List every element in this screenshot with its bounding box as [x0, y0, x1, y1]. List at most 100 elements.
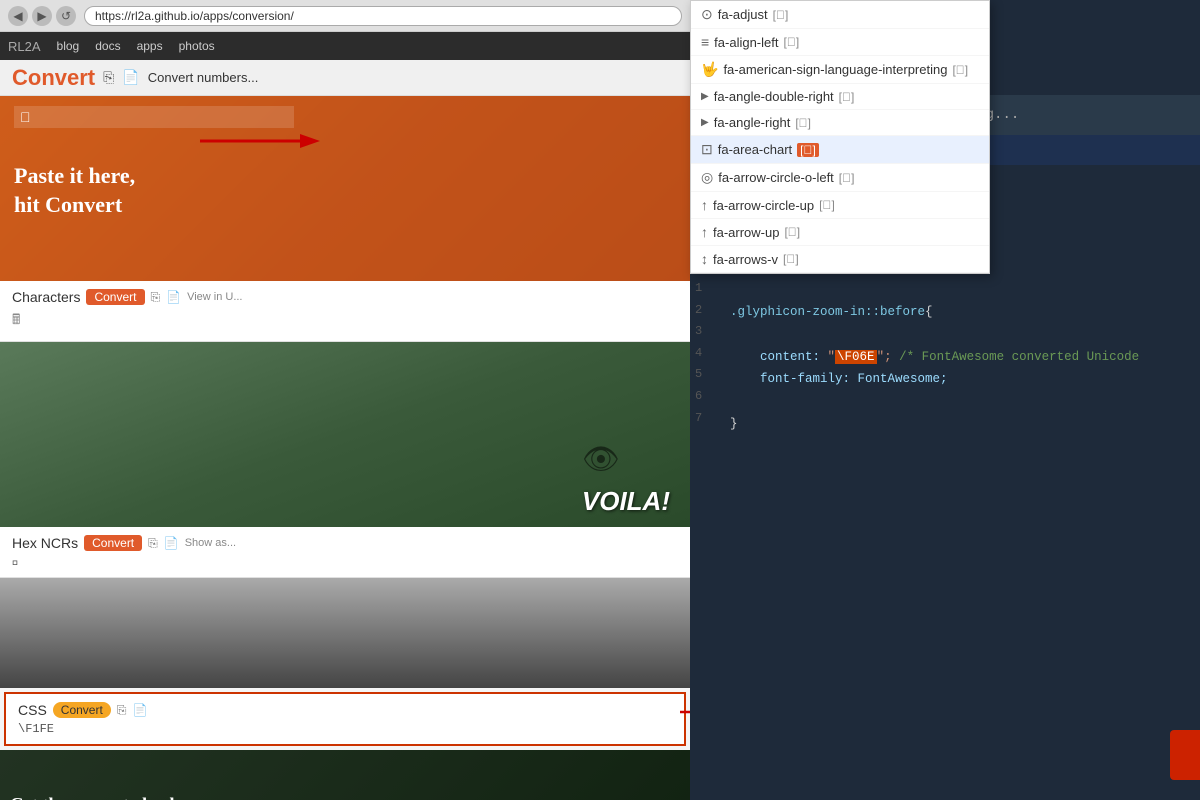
hex-value:  — [12, 555, 678, 569]
section-hex-label: Hex NCRs — [12, 535, 78, 551]
fa-adjust-name: fa-adjust — [718, 7, 768, 22]
fa-arrow-up-name: fa-arrow-up — [713, 225, 779, 240]
nav-link-docs[interactable]: docs — [95, 39, 120, 53]
section-characters: Characters Convert ⎘ 📄 View in U... 🖩 — [0, 281, 690, 342]
eye-icon: 👁 — [582, 442, 620, 477]
fa-area-chart-name: fa-area-chart — [718, 142, 792, 157]
browser-bar: ◀ ▶ ↺ https://rl2a.github.io/apps/conver… — [0, 0, 690, 32]
fa-angle-right-code: [] — [795, 116, 811, 130]
site-name: RL2A — [8, 39, 41, 54]
line-num-6: 6 — [695, 386, 702, 408]
copy-hex-icon[interactable]: ⎘ — [148, 536, 158, 551]
red-scroll-indicator — [1170, 730, 1200, 780]
section-characters-label: Characters — [12, 289, 80, 305]
fa-angle-double-right-code: [] — [839, 90, 855, 104]
fa-angle-right-name: fa-angle-right — [714, 115, 791, 130]
nav-link-photos[interactable]: photos — [179, 39, 215, 53]
line-num-4: 4 — [695, 343, 702, 365]
code-editor: 1 2 3 4 5 6 7 .glyphicon-zoom-in::before… — [690, 270, 1200, 800]
close-brace: } — [730, 417, 738, 431]
fa-item-asl[interactable]: 🤟 fa-american-sign-language-interpreting… — [691, 56, 989, 84]
section-hex-header: Hex NCRs Convert ⎘ 📄 Show as... — [12, 535, 678, 551]
nav-link-blog[interactable]: blog — [57, 39, 80, 53]
address-bar[interactable]: https://rl2a.github.io/apps/conversion/ — [84, 6, 682, 26]
expand-arrow-1: ▶ — [701, 91, 709, 102]
file-hex-icon[interactable]: 📄 — [164, 536, 179, 550]
app-title: Convert — [12, 65, 95, 91]
fa-angle-double-right-name: fa-angle-double-right — [714, 89, 834, 104]
fa-item-angle-double-right[interactable]: ▶ fa-angle-double-right [] — [691, 84, 989, 110]
content-value-end: "; — [877, 350, 892, 364]
fa-item-arrow-up[interactable]: ↑ fa-arrow-up [] — [691, 219, 989, 246]
fa-asl-code: [] — [952, 63, 968, 77]
fa-align-left-icon: ≡ — [701, 34, 709, 50]
file-icon[interactable]: 📄 — [122, 69, 139, 86]
fa-item-angle-right[interactable]: ▶ fa-angle-right [] — [691, 110, 989, 136]
copy-characters-icon[interactable]: ⎘ — [151, 290, 161, 305]
fa-adjust-code: [] — [773, 8, 789, 22]
section-css-wrapper: CSS Convert ⎘ 📄 \F1FE — [0, 692, 690, 746]
file-characters-icon[interactable]: 📄 — [166, 290, 181, 304]
refresh-button[interactable]: ↺ — [56, 6, 76, 26]
nav-link-apps[interactable]: apps — [137, 39, 163, 53]
fa-item-area-chart[interactable]: ⊡ fa-area-chart [] — [691, 136, 989, 164]
line-num-2: 2 — [695, 300, 702, 322]
right-panel: 📱 ⊙ fa-adjust [] ≡ fa-align-left [] 🤟 … — [690, 0, 1200, 800]
section-css-label: CSS — [18, 702, 47, 718]
highlighted-value: \F06E — [835, 350, 877, 364]
code-lines: .glyphicon-zoom-in::before{ content: "\F… — [730, 278, 1192, 436]
code-line-5: font-family: FontAwesome; — [730, 368, 1192, 391]
fa-arrow-up-code: [] — [784, 225, 800, 239]
fa-item-arrow-circle-o-left[interactable]: ◎ fa-arrow-circle-o-left [] — [691, 164, 989, 192]
show-as-hex-link[interactable]: Show as... — [185, 537, 236, 549]
copy-css-icon[interactable]: ⎘ — [117, 703, 127, 718]
fa-arrows-v-name: fa-arrows-v — [713, 252, 778, 267]
css-red-arrow — [680, 702, 690, 722]
fa-arrow-circle-up-name: fa-arrow-circle-up — [713, 198, 814, 213]
fa-item-adjust[interactable]: ⊙ fa-adjust [] — [691, 1, 989, 29]
expand-arrow-2: ▶ — [701, 117, 709, 128]
top-nav: RL2A blog docs apps photos — [0, 32, 690, 60]
line-numbers: 1 2 3 4 5 6 7 — [695, 278, 702, 429]
voila-text: VOILA! — [582, 486, 670, 517]
line-num-1: 1 — [695, 278, 702, 300]
left-panel: ◀ ▶ ↺ https://rl2a.github.io/apps/conver… — [0, 0, 690, 800]
forward-button[interactable]: ▶ — [32, 6, 52, 26]
html-image-section: VOILA! 👁 HTML/XML Convert ⎘ 📄 Escape... … — [0, 342, 690, 527]
view-in-unicode-link[interactable]: View in U... — [187, 291, 242, 303]
back-button[interactable]: ◀ — [8, 6, 28, 26]
section-css: CSS Convert ⎘ 📄 \F1FE — [4, 692, 686, 746]
convert-characters-button[interactable]: Convert — [86, 289, 144, 305]
convert-hex-button[interactable]: Convert — [84, 535, 142, 551]
convert-css-button[interactable]: Convert — [53, 702, 111, 718]
fa-area-chart-highlighted-code: [] — [797, 143, 819, 157]
bottom-text: Get the converted value and replace it i… — [10, 792, 262, 800]
content-value: " — [828, 350, 836, 364]
section-characters-header: Characters Convert ⎘ 📄 View in U... — [12, 289, 678, 305]
js-bg — [0, 578, 690, 688]
font-family-property: font-family: FontAwesome; — [730, 372, 948, 386]
fa-align-left-name: fa-align-left — [714, 35, 778, 50]
code-comment: /* FontAwesome converted Unicode — [892, 350, 1140, 364]
code-line-1 — [730, 278, 1192, 301]
content-property: content: — [730, 350, 828, 364]
fa-item-arrow-circle-up[interactable]: ↑ fa-arrow-circle-up [] — [691, 192, 989, 219]
fa-arrows-v-icon: ↕ — [701, 251, 708, 267]
fa-dropdown[interactable]: ⊙ fa-adjust [] ≡ fa-align-left [] 🤟 fa… — [690, 0, 990, 274]
fa-item-arrows-v[interactable]: ↕ fa-arrows-v [] — [691, 246, 989, 273]
code-line-3 — [730, 323, 1192, 346]
css-value: \F1FE — [18, 722, 672, 736]
red-arrow-1 — [200, 126, 320, 156]
fa-arrow-circle-o-left-code: [] — [839, 171, 855, 185]
line-num-3: 3 — [695, 321, 702, 343]
file-css-icon[interactable]: 📄 — [132, 703, 147, 717]
hero-input[interactable] — [14, 106, 294, 128]
copy-icon[interactable]: ⎘ — [103, 69, 114, 86]
fa-arrow-circle-o-left-icon: ◎ — [701, 169, 713, 186]
fa-arrow-up-icon: ↑ — [701, 224, 708, 240]
fa-item-align-left[interactable]: ≡ fa-align-left [] — [691, 29, 989, 56]
nav-buttons: ◀ ▶ ↺ — [8, 6, 76, 26]
css-selector: .glyphicon-zoom-in::before — [730, 305, 925, 319]
fa-align-left-code: [] — [783, 35, 799, 49]
fa-arrow-circle-o-left-name: fa-arrow-circle-o-left — [718, 170, 834, 185]
